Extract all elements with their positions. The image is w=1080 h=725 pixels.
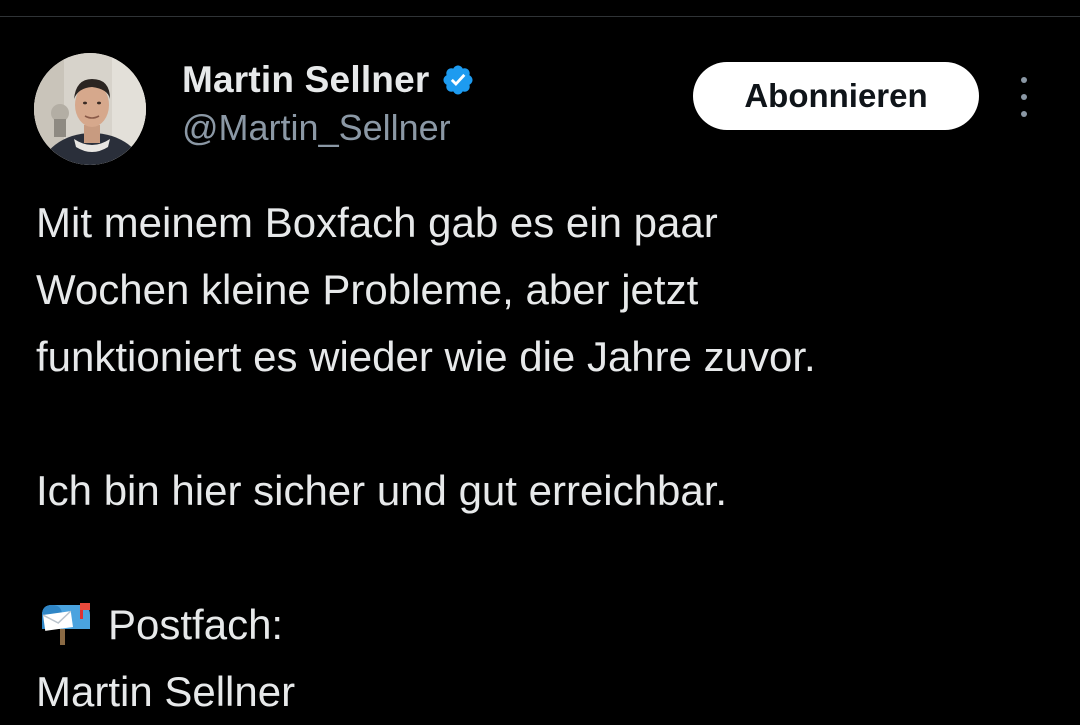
name-row: Martin Sellner: [182, 55, 475, 105]
tweet-line: Ich bin hier sicher und gut erreichbar.: [36, 467, 728, 514]
avatar-photo: [34, 53, 146, 165]
avatar[interactable]: [34, 53, 146, 165]
dot: [1021, 94, 1027, 100]
tweet: Martin Sellner @Martin_Sellner Abonniere…: [0, 17, 1080, 722]
dot: [1021, 77, 1027, 83]
user-handle[interactable]: @Martin_Sellner: [182, 107, 475, 149]
tweet-paragraph-3: Postfach: Martin Sellner: [36, 591, 1056, 725]
tweet-line: Wochen kleine Probleme, aber jetzt: [36, 266, 699, 313]
tweet-line: funktioniert es wieder wie die Jahre zuv…: [36, 333, 816, 380]
more-options-icon[interactable]: [1008, 77, 1040, 117]
display-name[interactable]: Martin Sellner: [182, 59, 429, 101]
tweet-line: Mit meinem Boxfach gab es ein paar: [36, 199, 718, 246]
user-info: Martin Sellner @Martin_Sellner: [182, 55, 475, 149]
tweet-line: Martin Sellner: [36, 668, 296, 715]
tweet-paragraph-1: Mit meinem Boxfach gab es ein paar Woche…: [36, 189, 1056, 390]
postfach-label: Postfach:: [108, 601, 284, 648]
follow-button[interactable]: Abonnieren: [693, 62, 979, 130]
dot: [1021, 111, 1027, 117]
tweet-line-postfach: Postfach:: [36, 591, 1056, 658]
tweet-text: Mit meinem Boxfach gab es ein paar Woche…: [36, 189, 1056, 725]
tweet-paragraph-2: Ich bin hier sicher und gut erreichbar.: [36, 457, 1056, 524]
mailbox-with-mail-icon: [36, 597, 94, 645]
verified-badge-icon[interactable]: [441, 63, 475, 97]
